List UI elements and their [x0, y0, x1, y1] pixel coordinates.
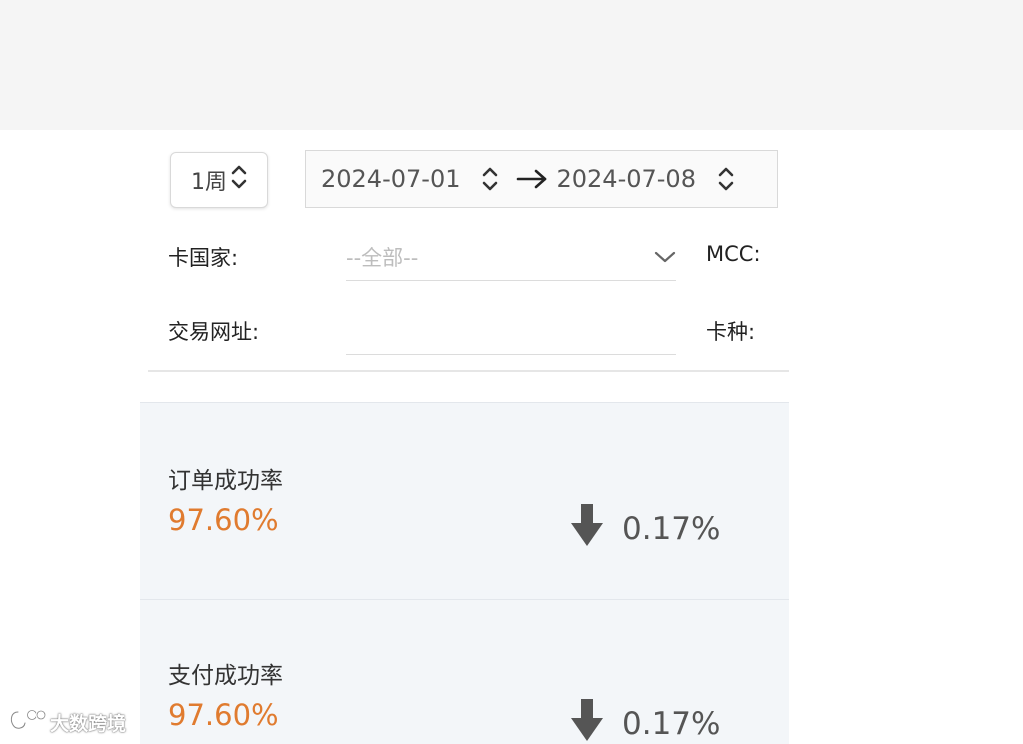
- metric-card-payment-success: 支付成功率 97.60% 0.17%: [140, 599, 789, 744]
- metric-value: 97.60%: [168, 698, 279, 732]
- card-country-underline: [346, 280, 676, 281]
- watermark: 大数跨境: [8, 708, 126, 737]
- card-country-label: 卡国家:: [168, 246, 239, 270]
- metric-card-order-success: 订单成功率 97.60% 0.17%: [140, 402, 789, 599]
- date-range-picker: 2024-07-01 2024-07-08: [305, 150, 778, 208]
- trade-url-underline: [346, 354, 676, 355]
- card-type-label: 卡种:: [706, 320, 756, 344]
- period-select[interactable]: 1周: [170, 152, 268, 208]
- end-date-value: 2024-07-08: [556, 165, 696, 193]
- metric-change: 0.17%: [570, 698, 720, 744]
- metric-change-value: 0.17%: [622, 511, 721, 547]
- up-down-chevron-icon: [482, 166, 498, 192]
- start-date-value: 2024-07-01: [321, 165, 461, 193]
- metric-title: 订单成功率: [168, 468, 283, 494]
- arrow-down-icon: [570, 503, 604, 555]
- card-country-select[interactable]: --全部--: [346, 235, 676, 279]
- filter-panel: 1周 2024-07-01 2024-07-08 卡国家: --全部-- MCC…: [140, 130, 789, 744]
- brand-logo-icon: [8, 708, 47, 737]
- filter-divider: [148, 370, 789, 372]
- metric-value: 97.60%: [168, 503, 279, 537]
- end-date-select[interactable]: 2024-07-08: [556, 165, 734, 193]
- metric-title: 支付成功率: [168, 663, 283, 689]
- arrow-down-icon: [570, 698, 604, 744]
- watermark-text: 大数跨境: [50, 713, 127, 735]
- trade-url-input[interactable]: [346, 310, 676, 354]
- up-down-chevron-icon: [718, 166, 734, 192]
- metric-change: 0.17%: [570, 503, 720, 555]
- metric-change-value: 0.17%: [622, 706, 721, 742]
- trade-url-label: 交易网址:: [168, 320, 260, 344]
- arrow-right-icon: [516, 169, 548, 189]
- chevron-down-icon: [654, 245, 676, 269]
- mcc-label: MCC:: [706, 242, 761, 266]
- up-down-chevron-icon: [231, 164, 247, 196]
- top-band: [0, 0, 1023, 130]
- card-country-placeholder: --全部--: [346, 246, 419, 270]
- start-date-select[interactable]: 2024-07-01: [321, 165, 498, 193]
- period-select-label: 1周: [191, 170, 227, 195]
